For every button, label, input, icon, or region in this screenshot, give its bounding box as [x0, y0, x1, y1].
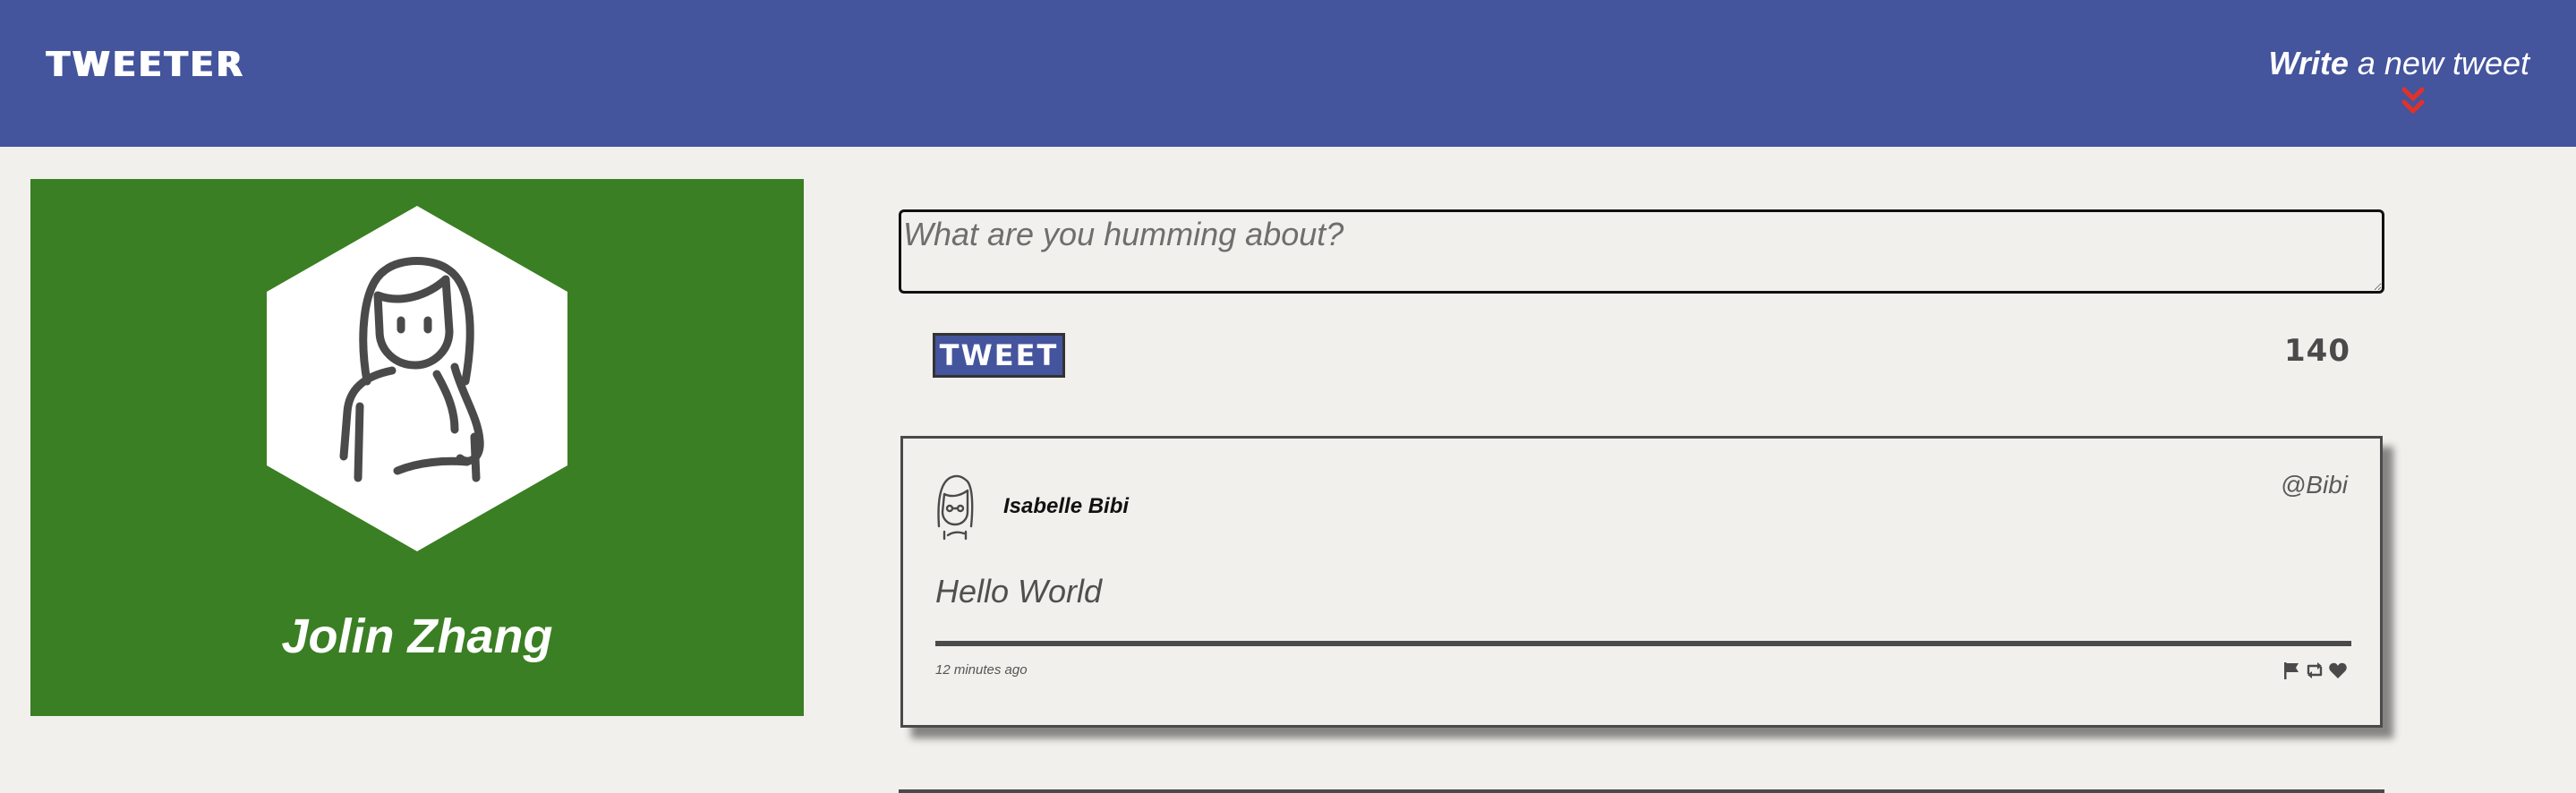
- retweet-icon[interactable]: [2305, 661, 2324, 680]
- write-new-tweet-toggle[interactable]: Write a new tweet: [2269, 45, 2529, 82]
- tweet-submit-button[interactable]: TWEET: [933, 333, 1065, 378]
- profile-card: Jolin Zhang: [30, 179, 804, 716]
- tweet-timestamp: 12 minutes ago: [935, 662, 1028, 678]
- tweet-author-name[interactable]: Isabelle Bibi: [1003, 494, 1129, 519]
- double-chevron-down-icon[interactable]: [2400, 86, 2427, 116]
- tweet-author-handle[interactable]: @Bibi: [2281, 471, 2348, 499]
- profile-name: Jolin Zhang: [281, 610, 553, 663]
- flag-icon[interactable]: [2282, 661, 2301, 680]
- tweet-card: Isabelle Bibi @Bibi Hello World 12 minut…: [900, 436, 2383, 728]
- compose-toggle-bold: Write: [2268, 45, 2349, 81]
- tweet-actions: [2282, 661, 2348, 680]
- brand-logo[interactable]: TWEETER: [47, 45, 245, 84]
- user-avatar-icon: [267, 206, 567, 551]
- tweet-compose-input[interactable]: [899, 209, 2384, 294]
- heart-icon[interactable]: [2328, 661, 2348, 680]
- tweet-divider: [935, 641, 2351, 646]
- top-nav-bar: TWEETER Write a new tweet: [0, 0, 2576, 147]
- compose-toggle-rest: a new tweet: [2348, 45, 2529, 81]
- user-avatar-icon: [937, 474, 974, 541]
- next-tweet-card-edge: [899, 789, 2384, 793]
- character-counter: 140: [2284, 333, 2350, 369]
- tweet-text: Hello World: [935, 573, 1103, 610]
